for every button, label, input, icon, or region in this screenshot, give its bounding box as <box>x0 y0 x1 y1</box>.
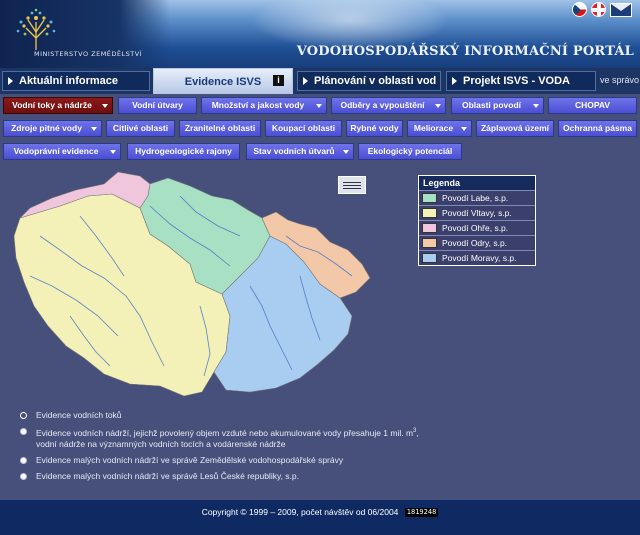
link-text: Evidence vodních nádrží, jejichž povolen… <box>36 427 414 438</box>
btn-odbery-a-vypousteni[interactable]: Odběry a vypouštění <box>331 97 446 114</box>
header-banner: MINISTERSTVO ZEMĚDĚLSTVÍ VODOHOSPODÁŘSKÝ… <box>0 0 640 68</box>
link-male-nadrze-lesy-cr[interactable]: Evidence malých vodních nádrží ve správě… <box>18 471 618 482</box>
link-text: Evidence malých vodních nádrží ve správě… <box>36 454 344 465</box>
info-icon[interactable]: i <box>273 75 284 86</box>
english-flag-icon[interactable] <box>591 2 606 17</box>
btn-mnozstvi-a-jakost-vody[interactable]: Množství a jakost vody <box>201 97 327 114</box>
link-text: Evidence vodních toků <box>36 410 122 420</box>
legend-item-ohre[interactable]: Povodí Ohře, s.p. <box>419 220 535 235</box>
btn-vodopravni-evidence[interactable]: Vodoprávní evidence <box>3 143 121 160</box>
legend-swatch <box>422 253 437 263</box>
link-male-nadrze-zvhs[interactable]: Evidence malých vodních nádrží ve správě… <box>18 455 618 466</box>
print-map-icon[interactable] <box>338 176 366 194</box>
tab-planovani[interactable]: Plánování v oblasti vod <box>297 71 441 91</box>
legend-label: Povodí Ohře, s.p. <box>442 223 509 233</box>
tab-label: Aktuální informace <box>19 75 119 87</box>
legend-item-morava[interactable]: Povodí Moravy, s.p. <box>419 250 535 265</box>
link-text: Evidence malých vodních nádrží ve správě… <box>36 470 300 481</box>
tab-label: Plánování v oblasti vod <box>314 75 437 87</box>
mail-icon[interactable] <box>610 2 632 17</box>
legend-swatch <box>422 223 437 233</box>
btn-stav-vodnich-utvaru[interactable]: Stav vodních útvarů <box>246 143 354 160</box>
btn-hydrogeologicke-rajony[interactable]: Hydrogeologické rajony <box>127 143 240 160</box>
main-navigation: Aktuální informace Evidence ISVS i Pláno… <box>0 68 640 94</box>
czech-flag-icon[interactable] <box>572 2 587 17</box>
btn-zranitelne-oblasti[interactable]: Zranitelné oblasti <box>179 120 261 137</box>
sub-navigation: Vodní toky a nádrže Vodní útvary Množstv… <box>0 94 640 166</box>
legend-item-vltava[interactable]: Povodí Vltavy, s.p. <box>419 205 535 220</box>
link-evidence-vodnich-nadrzi[interactable]: Evidence vodních nádrží, jejichž povolen… <box>18 426 618 450</box>
legend-label: Povodí Vltavy, s.p. <box>442 208 512 218</box>
bullet-icon <box>20 456 27 464</box>
footer: Copyright © 1999 – 2009, počet návštěv o… <box>0 500 640 535</box>
btn-vodni-utvary[interactable]: Vodní útvary <box>118 97 197 114</box>
czech-river-basin-map[interactable] <box>0 166 420 406</box>
tab-aktualni-informace[interactable]: Aktuální informace <box>2 71 150 91</box>
legend-swatch <box>422 208 437 218</box>
copyright-line: Copyright © 1999 – 2009, počet návštěv o… <box>0 507 640 518</box>
btn-chopav[interactable]: CHOPAV <box>548 97 637 114</box>
arrow-right-icon <box>303 77 308 85</box>
arrow-right-icon <box>8 77 13 85</box>
link-evidence-vodnich-toku[interactable]: Evidence vodních toků <box>18 410 618 421</box>
btn-ochranna-pasma[interactable]: Ochranná pásma <box>558 120 637 137</box>
bullet-icon <box>20 428 27 435</box>
legend-swatch <box>422 238 437 248</box>
tab-ve-sprave-truncated[interactable]: ve správo <box>600 75 639 85</box>
tab-label: Evidence ISVS <box>184 76 262 88</box>
visit-counter: 1819248 <box>404 508 439 518</box>
tab-label: Projekt ISVS - VODA <box>463 75 570 87</box>
ministry-name: MINISTERSTVO ZEMĚDĚLSTVÍ <box>34 50 143 58</box>
btn-meliorace[interactable]: Meliorace <box>407 120 472 137</box>
water-splash-image <box>250 0 450 50</box>
map-legend: Legenda Povodí Labe, s.p. Povodí Vltavy,… <box>418 175 536 266</box>
legend-label: Povodí Odry, s.p. <box>442 238 508 248</box>
legend-label: Povodí Labe, s.p. <box>442 193 509 203</box>
language-switcher <box>572 2 632 17</box>
tab-evidence-isvs[interactable]: Evidence ISVS i <box>153 68 293 94</box>
legend-item-labe[interactable]: Povodí Labe, s.p. <box>419 190 535 205</box>
btn-ekologicky-potencial[interactable]: Ekologický potenciál <box>358 143 462 160</box>
evidence-links-list: Evidence vodních toků Evidence vodních n… <box>18 408 618 482</box>
tab-projekt-isvs-voda[interactable]: Projekt ISVS - VODA <box>446 71 596 91</box>
btn-citlive-oblasti[interactable]: Citlivé oblasti <box>106 120 175 137</box>
arrow-right-icon <box>452 77 457 85</box>
legend-item-odra[interactable]: Povodí Odry, s.p. <box>419 235 535 250</box>
legend-swatch <box>422 193 437 203</box>
btn-rybne-vody[interactable]: Rybné vody <box>346 120 403 137</box>
link-text-comma: , <box>416 427 419 438</box>
btn-vodni-toky-a-nadrze[interactable]: Vodní toky a nádrže <box>3 97 113 114</box>
btn-zdroje-pitne-vody[interactable]: Zdroje pitné vody <box>3 120 102 137</box>
copyright-text: Copyright © 1999 – 2009, počet návštěv o… <box>201 507 399 517</box>
map-area: Legenda Povodí Labe, s.p. Povodí Vltavy,… <box>0 166 640 406</box>
bullet-icon <box>20 472 27 480</box>
btn-zaplavova-uzemi[interactable]: Záplavová území <box>476 120 554 137</box>
legend-title: Legenda <box>419 176 535 190</box>
btn-koupaci-oblasti[interactable]: Koupací oblasti <box>265 120 342 137</box>
bullet-icon <box>20 412 27 419</box>
link-text-line2: vodní nádrže na významných vodních tocíc… <box>36 438 286 449</box>
btn-oblasti-povodi[interactable]: Oblasti povodí <box>451 97 544 114</box>
legend-label: Povodí Moravy, s.p. <box>442 253 517 263</box>
portal-title: VODOHOSPODÁŘSKÝ INFORMAČNÍ PORTÁL <box>296 44 634 59</box>
